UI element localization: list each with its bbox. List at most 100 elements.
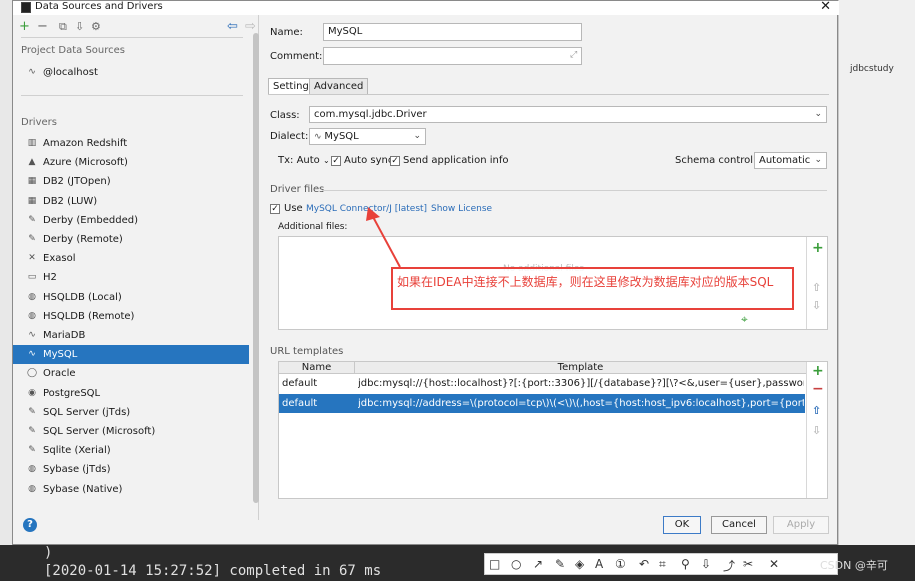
driver-icon: ▦: [27, 195, 37, 206]
crop-icon[interactable]: ⌗: [659, 557, 666, 572]
col-header-template[interactable]: Template: [355, 362, 806, 374]
ide-tab-jdbcstudy[interactable]: jdbcstudy: [850, 64, 894, 74]
class-value: com.mysql.jdbc.Driver: [314, 109, 427, 120]
tab-divider: [268, 94, 829, 95]
add-file-icon[interactable]: +: [812, 241, 824, 255]
apply-button[interactable]: Apply: [773, 516, 829, 534]
driver-item[interactable]: ✎ SQL Server (Microsoft): [13, 422, 249, 441]
driver-item[interactable]: ∿ MariaDB: [13, 326, 249, 345]
driver-item[interactable]: ▦ DB2 (JTOpen): [13, 172, 249, 191]
driver-label: H2: [43, 272, 57, 284]
driver-icon: ✎: [28, 406, 36, 417]
help-icon[interactable]: ?: [23, 518, 37, 532]
marker-icon[interactable]: ◈: [575, 557, 584, 571]
remove-icon[interactable]: −: [37, 19, 48, 35]
table-row[interactable]: default jdbc:mysql://address=\(protocol=t…: [279, 394, 805, 413]
driver-item[interactable]: ✎ Derby (Remote): [13, 230, 249, 249]
pin-icon[interactable]: ⚲: [681, 557, 690, 571]
driver-item[interactable]: ✎ Sqlite (Xerial): [13, 441, 249, 460]
undo-icon[interactable]: ↶: [639, 557, 649, 571]
driver-icon: ▥: [27, 138, 37, 148]
name-field[interactable]: MySQL: [323, 23, 582, 41]
driver-item[interactable]: ✎ Derby (Embedded): [13, 211, 249, 230]
window-title: Data Sources and Drivers: [35, 1, 163, 12]
driver-label: Derby (Remote): [43, 234, 123, 245]
settings-icon[interactable]: ⚙: [91, 19, 101, 35]
left-scrollbar[interactable]: [253, 33, 259, 503]
move-down-icon[interactable]: ⇩: [812, 424, 821, 438]
dialect-select[interactable]: ∿ MySQL ⌄: [309, 128, 426, 145]
driver-label: DB2 (LUW): [43, 195, 98, 207]
chevron-down-icon: ⌄: [814, 155, 822, 165]
import-icon[interactable]: ⇩: [75, 19, 84, 35]
rectangle-icon[interactable]: □: [489, 557, 500, 571]
number-icon[interactable]: ①: [615, 557, 626, 571]
driver-item[interactable]: ◍ Sybase (jTds): [13, 460, 249, 479]
driver-label: PostgreSQL: [43, 387, 101, 399]
show-license-link[interactable]: Show License: [431, 204, 492, 214]
driver-label: Sybase (jTds): [43, 464, 111, 476]
annotation-callout: 如果在IDEA中连接不上数据库，则在这里修改为数据库对应的版本SQL: [391, 267, 794, 310]
driver-icon: ∿: [28, 349, 36, 360]
copy-icon[interactable]: ⧉: [59, 19, 67, 35]
driver-item[interactable]: ◯ Oracle: [13, 364, 249, 383]
driver-label: Azure (Microsoft): [43, 157, 128, 169]
driver-item[interactable]: ◍ HSQLDB (Remote): [13, 307, 249, 326]
driver-icon: ◍: [28, 310, 36, 321]
driver-item[interactable]: ▭ H2: [13, 268, 249, 287]
back-arrow-icon[interactable]: ⇦: [227, 19, 238, 35]
remove-template-icon[interactable]: −: [812, 382, 824, 396]
share-icon[interactable]: ⤴: [723, 557, 735, 574]
tx-auto-dropdown[interactable]: Tx: Auto ⌄: [278, 155, 330, 166]
driver-item[interactable]: ∿ MySQL: [13, 345, 249, 365]
titlebar: Data Sources and Drivers ✕: [13, 0, 839, 15]
move-down-icon[interactable]: ⇩: [812, 299, 821, 313]
expand-icon[interactable]: ⤢: [570, 50, 577, 60]
box-divider: [806, 237, 807, 329]
arrow-icon[interactable]: ↗: [533, 557, 543, 571]
ok-button[interactable]: OK: [663, 516, 701, 534]
project-item-localhost[interactable]: ∿ @localhost: [13, 63, 249, 82]
pen-icon[interactable]: ✎: [555, 557, 565, 571]
driver-icon: ✎: [28, 234, 36, 244]
move-up-icon[interactable]: ⇧: [812, 404, 821, 418]
driver-item[interactable]: ◍ HSQLDB (Local): [13, 288, 249, 307]
class-select[interactable]: com.mysql.jdbc.Driver ⌄: [309, 106, 827, 123]
tab-advanced[interactable]: Advanced: [309, 78, 369, 95]
save-icon[interactable]: ⇩: [701, 557, 711, 571]
driver-icon: ✎: [28, 445, 36, 456]
left-toolbar: + − ⧉ ⇩ ⚙ ⇦ ⇨: [19, 19, 256, 35]
cancel-button[interactable]: Cancel: [711, 516, 767, 534]
send-app-info-checkbox[interactable]: ✓: [390, 156, 400, 166]
annotation-arrow: [366, 207, 401, 268]
add-icon[interactable]: +: [19, 19, 30, 35]
chevron-down-icon: ⌄: [814, 109, 822, 119]
table-row[interactable]: default jdbc:mysql://{host::localhost}?[:…: [279, 374, 805, 393]
close-tool-icon[interactable]: ✕: [769, 557, 779, 571]
schema-select[interactable]: Automatic ⌄: [754, 152, 827, 169]
ellipse-icon[interactable]: ○: [511, 557, 521, 571]
driver-item[interactable]: ▥ Amazon Redshift: [13, 134, 249, 153]
add-template-icon[interactable]: +: [812, 364, 824, 378]
text-icon[interactable]: A: [595, 557, 603, 571]
driver-item[interactable]: ◍ Sybase (Native): [13, 480, 249, 499]
additional-files-label: Additional files:: [278, 222, 348, 232]
use-checkbox[interactable]: ✓: [270, 204, 280, 214]
move-up-icon[interactable]: ⇧: [812, 281, 821, 295]
comment-label: Comment:: [270, 51, 323, 62]
auto-sync-checkbox[interactable]: ✓: [331, 156, 341, 166]
driver-item[interactable]: ▲ Azure (Microsoft): [13, 153, 249, 172]
driver-item[interactable]: ✎ SQL Server (jTds): [13, 403, 249, 422]
col-header-name[interactable]: Name: [279, 362, 355, 374]
dialect-value: MySQL: [324, 131, 359, 142]
driver-item[interactable]: ◉ PostgreSQL: [13, 384, 249, 403]
cell-template: jdbc:mysql://address=\(protocol=tcp\)\(<…: [358, 398, 804, 409]
project-item-label: @localhost: [43, 67, 98, 78]
driver-files-header: Driver files: [270, 184, 325, 195]
close-icon[interactable]: ✕: [820, 0, 831, 14]
driver-item[interactable]: ▦ DB2 (LUW): [13, 192, 249, 211]
driver-item[interactable]: ✕ Exasol: [13, 249, 249, 268]
scissors-icon[interactable]: ✂: [743, 557, 753, 571]
comment-field[interactable]: [323, 47, 582, 65]
crosshair-icon: ⌖: [741, 312, 748, 326]
